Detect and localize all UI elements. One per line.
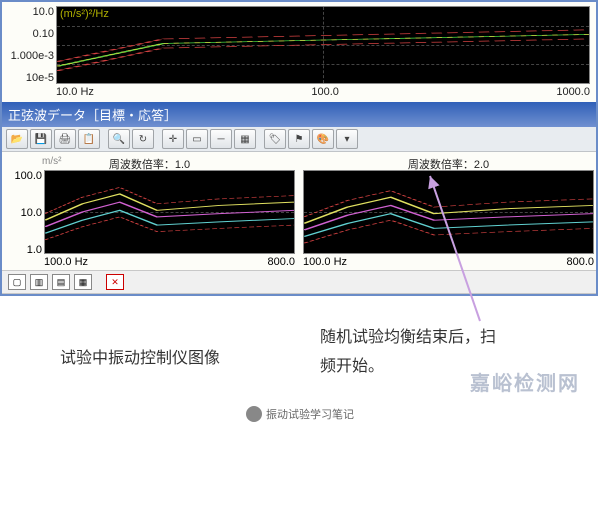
sine-chart-1x: 100.0 10.0 1.0 m/s² 周波数倍率：1.0 100.0 Hz 8… — [4, 156, 295, 268]
toolbar-zoom-icon[interactable]: 🔍 — [108, 129, 130, 149]
sine2-lines — [304, 171, 593, 253]
psd-chart: 10.0 0.10 1.000e-3 10e-5 (m/s²)²/Hz — [6, 6, 590, 84]
layout-vsplit-icon[interactable]: ▤ — [52, 274, 70, 290]
bottom-toolbar: ▢ ▥ ▤ ▦ ✕ — [2, 270, 596, 294]
toolbar-marker-icon[interactable]: ▭ — [186, 129, 208, 149]
annotation-area: 试验中振动控制仪图像 随机试验均衡结束后，扫 频开始。 嘉峪检测网 振动试验学习… — [0, 296, 600, 426]
toolbar-refresh-icon[interactable]: ↻ — [132, 129, 154, 149]
toolbar-save-icon[interactable]: 💾 — [30, 129, 52, 149]
sine1-lines — [45, 171, 294, 253]
window-titlebar[interactable]: 正弦波データ［目標・応答］ — [2, 102, 596, 127]
x-tick: 1000.0 — [556, 86, 590, 98]
sine1-y-axis: 100.0 10.0 1.0 — [4, 170, 42, 256]
sine1-canvas[interactable] — [44, 170, 295, 254]
toolbar-flag-icon[interactable]: ⚑ — [288, 129, 310, 149]
y-tick: 10.0 — [4, 207, 42, 219]
sine1-x-axis: 100.0 Hz 800.0 — [44, 254, 295, 268]
y-tick: 1.000e-3 — [6, 50, 54, 62]
window-title: 正弦波データ［目標・応答］ — [8, 105, 177, 124]
psd-y-axis: 10.0 0.10 1.000e-3 10e-5 — [6, 6, 54, 84]
layout-grid-icon[interactable]: ▦ — [74, 274, 92, 290]
toolbar-chevron-down-icon[interactable]: ▾ — [336, 129, 358, 149]
psd-lines — [57, 7, 589, 83]
toolbar-line-icon[interactable]: ─ — [210, 129, 232, 149]
psd-chart-panel: 10.0 0.10 1.000e-3 10e-5 (m/s²)²/Hz — [2, 2, 596, 102]
app-window: 10.0 0.10 1.000e-3 10e-5 (m/s²)²/Hz — [0, 0, 598, 296]
x-tick: 100.0 — [311, 86, 339, 98]
y-tick: 10.0 — [6, 6, 54, 18]
toolbar-grid-icon[interactable]: ▦ — [234, 129, 256, 149]
toolbar-label-icon[interactable]: 🏷 — [264, 129, 286, 149]
x-tick: 100.0 Hz — [44, 256, 88, 268]
psd-x-axis: 10.0 Hz 100.0 1000.0 — [56, 84, 590, 100]
footer-tag: 振动试验学习笔记 — [246, 406, 354, 422]
caption-left: 试验中振动控制仪图像 — [60, 344, 220, 368]
close-icon[interactable]: ✕ — [106, 274, 124, 290]
sine2-x-axis: 100.0 Hz 800.0 — [303, 254, 594, 268]
x-tick: 10.0 Hz — [56, 86, 94, 98]
toolbar-open-icon[interactable]: 📂 — [6, 129, 28, 149]
layout-single-icon[interactable]: ▢ — [8, 274, 26, 290]
watermark: 嘉峪检测网 — [470, 367, 580, 396]
sine-chart-2x: 周波数倍率：2.0 100.0 Hz 800.0 — [303, 156, 594, 268]
footer-text: 振动试验学习笔记 — [266, 406, 354, 422]
sine1-unit: m/s² — [42, 156, 61, 167]
x-tick: 800.0 — [267, 256, 295, 268]
toolbar-cursor-icon[interactable]: ✛ — [162, 129, 184, 149]
caption-right-line1: 随机试验均衡结束后，扫 — [320, 329, 496, 346]
psd-unit-label: (m/s²)²/Hz — [60, 8, 109, 20]
y-tick: 100.0 — [4, 170, 42, 182]
toolbar-color-icon[interactable]: 🎨 — [312, 129, 334, 149]
toolbar-clipboard-icon[interactable]: 📋 — [78, 129, 100, 149]
layout-hsplit-icon[interactable]: ▥ — [30, 274, 48, 290]
y-tick: 10e-5 — [6, 72, 54, 84]
sine-charts-panel: 100.0 10.0 1.0 m/s² 周波数倍率：1.0 100.0 Hz 8… — [2, 152, 596, 270]
psd-canvas[interactable] — [56, 6, 590, 84]
caption-right-line2: 频开始。 — [320, 358, 384, 375]
y-tick: 0.10 — [6, 28, 54, 40]
y-tick: 1.0 — [4, 244, 42, 256]
sine2-title: 周波数倍率：2.0 — [303, 156, 594, 170]
x-tick: 100.0 Hz — [303, 256, 347, 268]
toolbar-print-icon[interactable]: 🖨 — [54, 129, 76, 149]
footer-avatar-icon — [246, 406, 262, 422]
sine2-canvas[interactable] — [303, 170, 594, 254]
x-tick: 800.0 — [566, 256, 594, 268]
toolbar: 📂 💾 🖨 📋 🔍 ↻ ✛ ▭ ─ ▦ 🏷 ⚑ 🎨 ▾ — [2, 127, 596, 152]
